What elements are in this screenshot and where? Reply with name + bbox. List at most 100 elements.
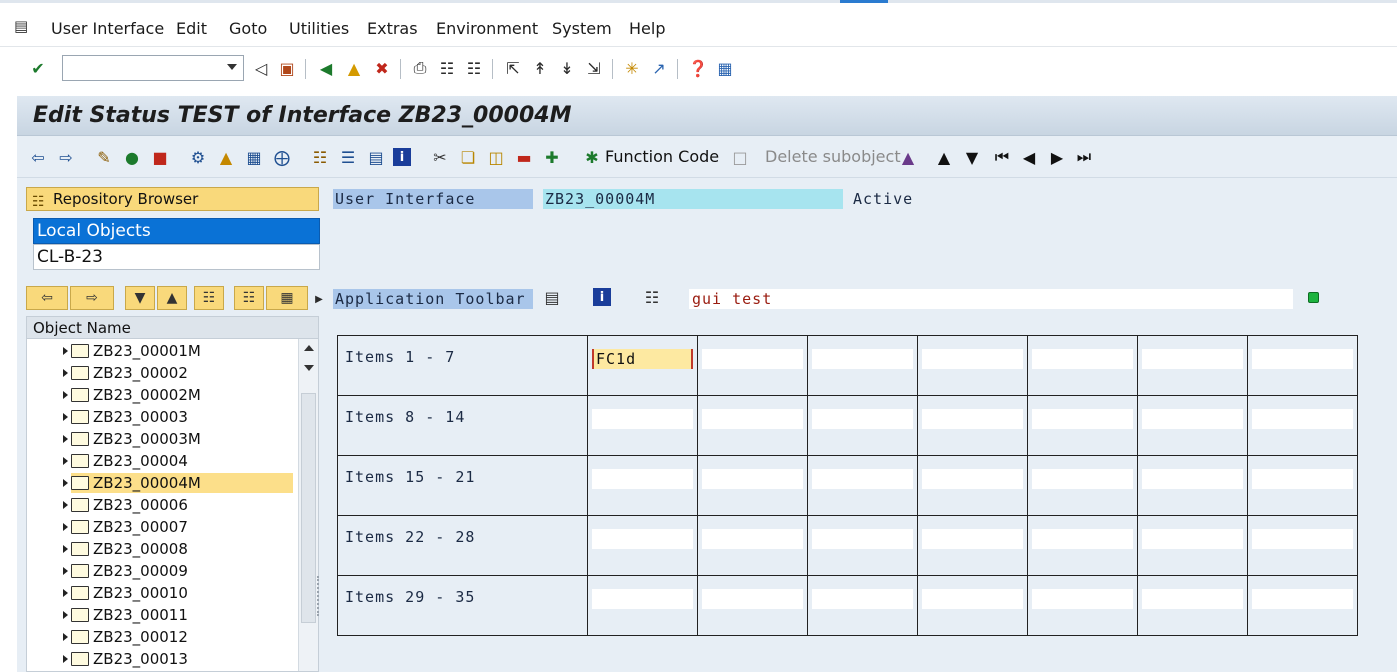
function-code-cell[interactable] xyxy=(1142,349,1243,369)
display-change-icon[interactable]: ✎ xyxy=(93,146,115,168)
function-code-cell[interactable] xyxy=(1142,409,1243,429)
function-code-cell[interactable] xyxy=(922,589,1023,609)
tree-item[interactable]: ZB23_00008 xyxy=(63,539,293,559)
tree-scrollbar[interactable] xyxy=(298,339,318,671)
enter-icon[interactable]: ✔ xyxy=(27,57,49,79)
next-icon[interactable]: ▶ xyxy=(1046,146,1068,168)
function-code-cell[interactable] xyxy=(812,469,913,489)
expand-arrow-icon[interactable] xyxy=(63,369,68,377)
eraser-icon[interactable]: ▲ xyxy=(897,146,919,168)
scrollbar-thumb[interactable] xyxy=(301,393,316,623)
tree-item[interactable]: ZB23_00003M xyxy=(63,429,293,449)
function-code-cell[interactable] xyxy=(592,589,693,609)
expand-arrow-icon[interactable] xyxy=(63,611,68,619)
expand-arrow-icon[interactable] xyxy=(63,545,68,553)
function-code-cell[interactable] xyxy=(702,469,803,489)
function-code-cell[interactable] xyxy=(702,529,803,549)
cut-icon[interactable]: ✂ xyxy=(429,146,451,168)
function-code-cell[interactable]: FC1d xyxy=(592,349,693,369)
menu-goto[interactable]: Goto xyxy=(229,19,267,38)
paste-icon[interactable]: ◫ xyxy=(485,146,507,168)
find-icon[interactable]: ☷ xyxy=(194,286,224,310)
panel-splitter[interactable] xyxy=(317,576,323,616)
help-icon[interactable]: ❓ xyxy=(687,57,709,79)
info-icon[interactable]: i xyxy=(593,288,611,306)
hierarchy-icon[interactable]: ☷ xyxy=(309,146,331,168)
expand-arrow-icon[interactable] xyxy=(63,413,68,421)
scroll-down-icon[interactable]: ▼ xyxy=(961,146,983,168)
layout-menu-icon[interactable]: ▦ xyxy=(714,57,736,79)
function-code-cell[interactable] xyxy=(922,529,1023,549)
copy-icon[interactable]: ❏ xyxy=(457,146,479,168)
function-code-cell[interactable] xyxy=(702,349,803,369)
function-code-cell[interactable] xyxy=(1032,529,1133,549)
menu-user-interface[interactable]: User Interface xyxy=(51,19,164,38)
function-code-button[interactable]: Function Code xyxy=(605,147,719,166)
tree-item[interactable]: ZB23_00009 xyxy=(63,561,293,581)
scroll-up-icon[interactable]: ▲ xyxy=(933,146,955,168)
expand-arrow-icon[interactable] xyxy=(63,479,68,487)
function-code-cell[interactable] xyxy=(922,409,1023,429)
menu-extras[interactable]: Extras xyxy=(367,19,418,38)
function-code-cell[interactable] xyxy=(1032,589,1133,609)
function-code-cell[interactable] xyxy=(592,529,693,549)
activate-icon[interactable]: ■ xyxy=(149,146,171,168)
save-icon[interactable]: ▣ xyxy=(276,57,298,79)
previous-icon[interactable]: ◀ xyxy=(1018,146,1040,168)
function-code-cell[interactable] xyxy=(812,529,913,549)
tree-item[interactable]: ZB23_00003 xyxy=(63,407,293,427)
shortcut-icon[interactable]: ↗ xyxy=(648,57,670,79)
function-code-cell[interactable] xyxy=(1252,529,1353,549)
function-code-cell[interactable] xyxy=(1142,529,1243,549)
menu-environment[interactable]: Environment xyxy=(436,19,538,38)
function-code-cell[interactable] xyxy=(812,409,913,429)
function-code-cell[interactable] xyxy=(812,349,913,369)
tree-item[interactable]: ZB23_00006 xyxy=(63,495,293,515)
function-code-cell[interactable] xyxy=(1142,469,1243,489)
expand-arrow-icon[interactable] xyxy=(63,655,68,663)
menu-utilities[interactable]: Utilities xyxy=(289,19,349,38)
tree-item-selected[interactable]: ZB23_00004M xyxy=(63,473,293,493)
cancel-icon[interactable]: ✖ xyxy=(371,57,393,79)
menu-edit[interactable]: Edit xyxy=(176,19,207,38)
pin-icon[interactable]: ▲ xyxy=(215,146,237,168)
delete-row-icon[interactable]: ▬ xyxy=(513,146,535,168)
function-code-cell[interactable] xyxy=(812,589,913,609)
tree-item[interactable]: ZB23_00002 xyxy=(63,363,293,383)
function-code-cell[interactable] xyxy=(1252,409,1353,429)
scroll-up-icon[interactable] xyxy=(304,345,314,351)
expand-arrow-icon[interactable] xyxy=(63,391,68,399)
object-list-value[interactable]: CL-B-23 xyxy=(33,244,320,270)
expand-icon[interactable]: ▼ xyxy=(125,286,155,310)
function-code-cell[interactable] xyxy=(1032,349,1133,369)
forward-arrow-icon[interactable]: ⇨ xyxy=(55,146,77,168)
find-icon[interactable]: ☷ xyxy=(436,57,458,79)
expand-arrow-icon[interactable] xyxy=(63,347,68,355)
hierarchy-icon[interactable]: ☷ xyxy=(234,286,264,310)
expand-arrow-icon[interactable] xyxy=(63,523,68,531)
object-list-type[interactable]: Local Objects xyxy=(33,218,320,244)
print-icon[interactable]: ⎙ xyxy=(409,57,431,79)
expand-arrow-icon[interactable] xyxy=(63,435,68,443)
expand-arrow-icon[interactable] xyxy=(63,457,68,465)
previous-page-icon[interactable]: ↟ xyxy=(529,57,551,79)
new-session-icon[interactable]: ✳ xyxy=(621,57,643,79)
tree-item[interactable]: ZB23_00012 xyxy=(63,627,293,647)
menu-system[interactable]: System xyxy=(552,19,612,38)
tree-item[interactable]: ZB23_00007 xyxy=(63,517,293,537)
scroll-down-icon[interactable] xyxy=(304,365,314,371)
next-page-icon[interactable]: ↡ xyxy=(556,57,578,79)
function-code-cell[interactable] xyxy=(922,469,1023,489)
hierarchy-icon[interactable]: ☷ xyxy=(641,286,663,308)
text-icon[interactable]: ▤ xyxy=(541,286,563,308)
first-page-icon[interactable]: ⇱ xyxy=(502,57,524,79)
back-arrow-icon[interactable]: ⇦ xyxy=(27,146,49,168)
forward-arrow-icon[interactable]: ⇨ xyxy=(70,286,114,310)
function-code-cell[interactable] xyxy=(1032,409,1133,429)
settings-icon[interactable]: ▦ xyxy=(266,286,308,310)
exit-icon[interactable]: ▲ xyxy=(343,57,365,79)
function-code-cell[interactable] xyxy=(702,409,803,429)
repository-browser-button[interactable]: ☷ Repository Browser xyxy=(26,187,319,211)
function-code-cell[interactable] xyxy=(592,469,693,489)
stack-icon[interactable]: ☰ xyxy=(337,146,359,168)
